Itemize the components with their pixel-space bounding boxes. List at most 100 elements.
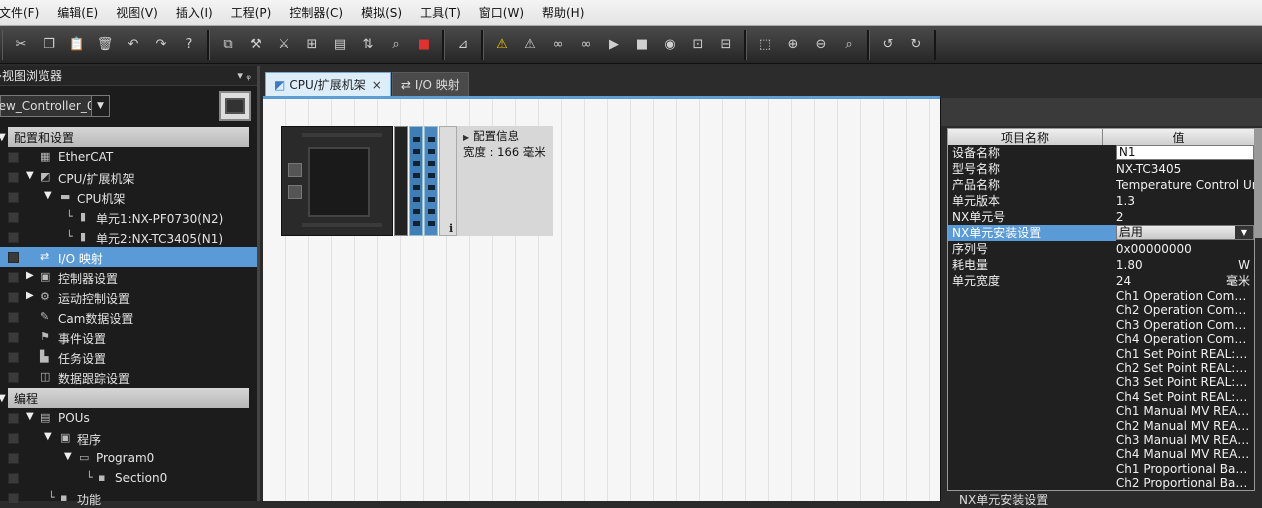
property-row[interactable]: NX单元安装设置 启用 ▼: [948, 225, 1254, 241]
channel-row[interactable]: Ch2 Manual MV REAL:3...: [948, 418, 1254, 433]
redo-icon[interactable]: ↷: [148, 32, 174, 58]
property-row[interactable]: 型号名称 NX-TC3405: [948, 161, 1254, 177]
collapse-arrow-icon[interactable]: ▼: [64, 451, 72, 462]
tree-checkbox[interactable]: [8, 292, 19, 303]
zoom-out-icon[interactable]: ⊖: [808, 32, 834, 58]
step-icon[interactable]: ⊡: [685, 32, 711, 58]
layout-icon[interactable]: ⧉: [215, 32, 241, 58]
tree-item-section0[interactable]: └ ▪ Section0: [0, 468, 257, 488]
tree-item-program0[interactable]: ▼ ▭ Program0: [0, 448, 257, 468]
channel-row[interactable]: Ch3 Manual MV REAL:3...: [948, 432, 1254, 448]
channel-row[interactable]: Ch4 Set Point REAL:32[位]: [948, 389, 1254, 405]
channel-row[interactable]: Ch3 Set Point REAL:32[位]: [948, 375, 1254, 390]
forward-icon[interactable]: ↻: [903, 32, 929, 58]
undo-icon[interactable]: ↶: [120, 32, 146, 58]
menu-item[interactable]: 视图(V): [107, 0, 167, 26]
channel-row[interactable]: Ch2 Proportional Band:1...: [948, 476, 1254, 491]
tree-checkbox[interactable]: [8, 212, 19, 223]
tree-item-unit2[interactable]: └ ▮ 单元2:NX-TC3405(N1): [0, 227, 257, 247]
menu-item[interactable]: 帮助(H): [533, 0, 593, 26]
tree-item-cam-settings[interactable]: ✎ Cam数据设置: [0, 307, 257, 327]
install-setting-select[interactable]: 启用 ▼: [1115, 225, 1254, 240]
menu-item[interactable]: 工具(T): [411, 0, 470, 26]
expand-arrow-icon[interactable]: ▶: [463, 133, 469, 142]
copy-icon[interactable]: ❐: [36, 32, 62, 58]
tree-checkbox[interactable]: [8, 352, 19, 363]
tree-item-task-settings[interactable]: ▙ 任务设置: [0, 347, 257, 367]
channel-row[interactable]: Ch4 Manual MV REAL:3...: [948, 447, 1254, 462]
tree-item-pous[interactable]: ▼ ▤ POUs: [0, 408, 257, 428]
menu-item[interactable]: 控制器(C): [280, 0, 352, 26]
chevron-down-icon[interactable]: ▼: [1234, 226, 1253, 239]
menu-item[interactable]: 插入(I): [167, 0, 222, 26]
online-icon[interactable]: ⊞: [299, 32, 325, 58]
tree-checkbox[interactable]: [8, 192, 19, 203]
tree-item-motion-settings[interactable]: ▶ ⚙ 运动控制设置: [0, 287, 257, 307]
tree-checkbox[interactable]: [8, 413, 19, 424]
section-config[interactable]: ▼ 配置和设置: [0, 127, 249, 147]
nx-unit-tc3405[interactable]: [409, 126, 423, 236]
collapse-arrow-icon[interactable]: ▼: [0, 393, 6, 404]
tree-checkbox[interactable]: [8, 152, 19, 163]
stop-mode-icon[interactable]: ■: [629, 32, 655, 58]
run-icon[interactable]: ▶: [601, 32, 627, 58]
cycle-icon[interactable]: ◉: [657, 32, 683, 58]
mode-icon[interactable]: ⚠: [517, 32, 543, 58]
binoculars-icon[interactable]: ⌕: [383, 32, 409, 58]
channel-row[interactable]: Ch4 Operation Comman...: [948, 332, 1254, 347]
tree-item-controller-settings[interactable]: ▶ ▣ 控制器设置: [0, 267, 257, 287]
tree-item-functions[interactable]: └ ▪ 功能: [0, 488, 257, 508]
monitor-icon[interactable]: ⊿: [450, 32, 476, 58]
property-row[interactable]: 耗电量 1.80 W: [948, 257, 1254, 273]
tree-checkbox[interactable]: [8, 252, 19, 263]
menu-item[interactable]: 文件(F): [0, 0, 48, 26]
property-row[interactable]: 设备名称 N1: [948, 145, 1254, 161]
channel-row[interactable]: Ch1 Set Point REAL:32[位]: [948, 346, 1254, 361]
tree-checkbox[interactable]: [8, 312, 19, 323]
collapse-arrow-icon[interactable]: ▼: [26, 170, 34, 181]
sync-icon[interactable]: ▤: [327, 32, 353, 58]
tree-item-trace-settings[interactable]: ◫ 数据跟踪设置: [0, 367, 257, 387]
channel-row[interactable]: Ch1 Proportional Band:1...: [948, 461, 1254, 477]
scrollbar[interactable]: [1254, 128, 1262, 238]
expand-arrow-icon[interactable]: ▶: [26, 270, 34, 281]
property-row[interactable]: 产品名称 Temperature Control Unit: [948, 177, 1254, 193]
help-icon[interactable]: ?: [176, 32, 202, 58]
rack-canvas[interactable]: i ▶ 配置信息 宽度 : 166 毫米: [263, 99, 940, 501]
fit-icon[interactable]: ⬚: [752, 32, 778, 58]
controller-select[interactable]: new_Controller_0 ▼: [0, 95, 110, 117]
tree-item-io-map[interactable]: ⇄ I/O 映射: [0, 247, 257, 267]
cpu-unit[interactable]: [281, 126, 393, 236]
set-icon[interactable]: ∞: [545, 32, 571, 58]
build-icon[interactable]: ⚒: [243, 32, 269, 58]
channel-row[interactable]: Ch1 Operation Comman...: [948, 289, 1254, 304]
tree-checkbox[interactable]: [8, 493, 19, 504]
property-row[interactable]: 单元版本 1.3: [948, 193, 1254, 209]
nx-unit-slot[interactable]: [424, 126, 438, 236]
stop-icon[interactable]: ■: [411, 32, 437, 58]
tree-checkbox[interactable]: [8, 172, 19, 183]
nx-unit-pf0730[interactable]: [394, 126, 408, 236]
tree-checkbox[interactable]: [8, 453, 19, 464]
collapse-arrow-icon[interactable]: ▼: [26, 411, 34, 422]
reset-icon[interactable]: ∞: [573, 32, 599, 58]
rack-graphic[interactable]: i ▶ 配置信息 宽度 : 166 毫米: [281, 126, 553, 236]
tab-cpu-expansion-rack[interactable]: ◩ CPU/扩展机架 ×: [265, 72, 391, 96]
section-programming[interactable]: ▼ 编程: [0, 388, 249, 408]
tab-io-map[interactable]: ⇄ I/O 映射: [391, 72, 469, 96]
collapse-arrow-icon[interactable]: ▼: [0, 132, 6, 143]
tree-item-programs[interactable]: ▼ ▣ 程序: [0, 428, 257, 448]
step-over-icon[interactable]: ⊟: [713, 32, 739, 58]
tree-item-cpu-rack[interactable]: ▼ ▬ CPU机架: [0, 187, 257, 207]
pin-icon[interactable]: ▾ ᵩ: [237, 69, 251, 82]
menu-item[interactable]: 模拟(S): [352, 0, 411, 26]
tree-checkbox[interactable]: [8, 372, 19, 383]
channel-row[interactable]: Ch2 Operation Comman...: [948, 303, 1254, 318]
rebuild-icon[interactable]: ⚔: [271, 32, 297, 58]
chevron-down-icon[interactable]: ▼: [91, 96, 109, 116]
cut-icon[interactable]: ✂: [8, 32, 34, 58]
collapse-arrow-icon[interactable]: ▼: [44, 431, 52, 442]
tree-checkbox[interactable]: [8, 433, 19, 444]
device-name-input[interactable]: N1: [1115, 145, 1254, 160]
zoom-reset-icon[interactable]: ⌕: [836, 32, 862, 58]
